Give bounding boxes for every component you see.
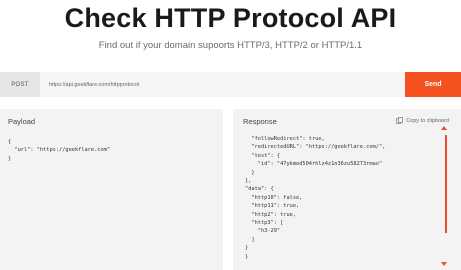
copy-label: Copy to clipboard	[406, 117, 449, 124]
copy-to-clipboard-button[interactable]: Copy to clipboard	[396, 117, 449, 124]
response-code[interactable]: "followRedirect": true, "redirectedURL":…	[245, 135, 385, 261]
payload-panel: Payload { "url": "https://geekflare.com"…	[0, 109, 223, 270]
page-subtitle: Find out if your domain supoorts HTTP/3,…	[98, 40, 363, 51]
payload-code[interactable]: { "url": "https://geekflare.com" }	[8, 138, 110, 163]
response-panel: Response Copy to clipboard "followRedire…	[233, 109, 461, 270]
scroll-up-arrow-icon[interactable]	[441, 126, 447, 130]
url-input[interactable]	[40, 72, 405, 97]
method-badge[interactable]: POST	[0, 72, 40, 97]
response-scrollbar[interactable]	[445, 135, 447, 263]
scroll-down-arrow-icon[interactable]	[441, 262, 447, 266]
request-bar: POST Send	[0, 72, 461, 97]
payload-title: Payload	[8, 117, 36, 126]
send-button[interactable]: Send	[405, 72, 461, 97]
response-title: Response	[243, 117, 277, 126]
scrollbar-thumb[interactable]	[445, 135, 447, 233]
copy-icon	[396, 117, 404, 124]
page-title: Check HTTP Protocol API	[64, 3, 397, 33]
